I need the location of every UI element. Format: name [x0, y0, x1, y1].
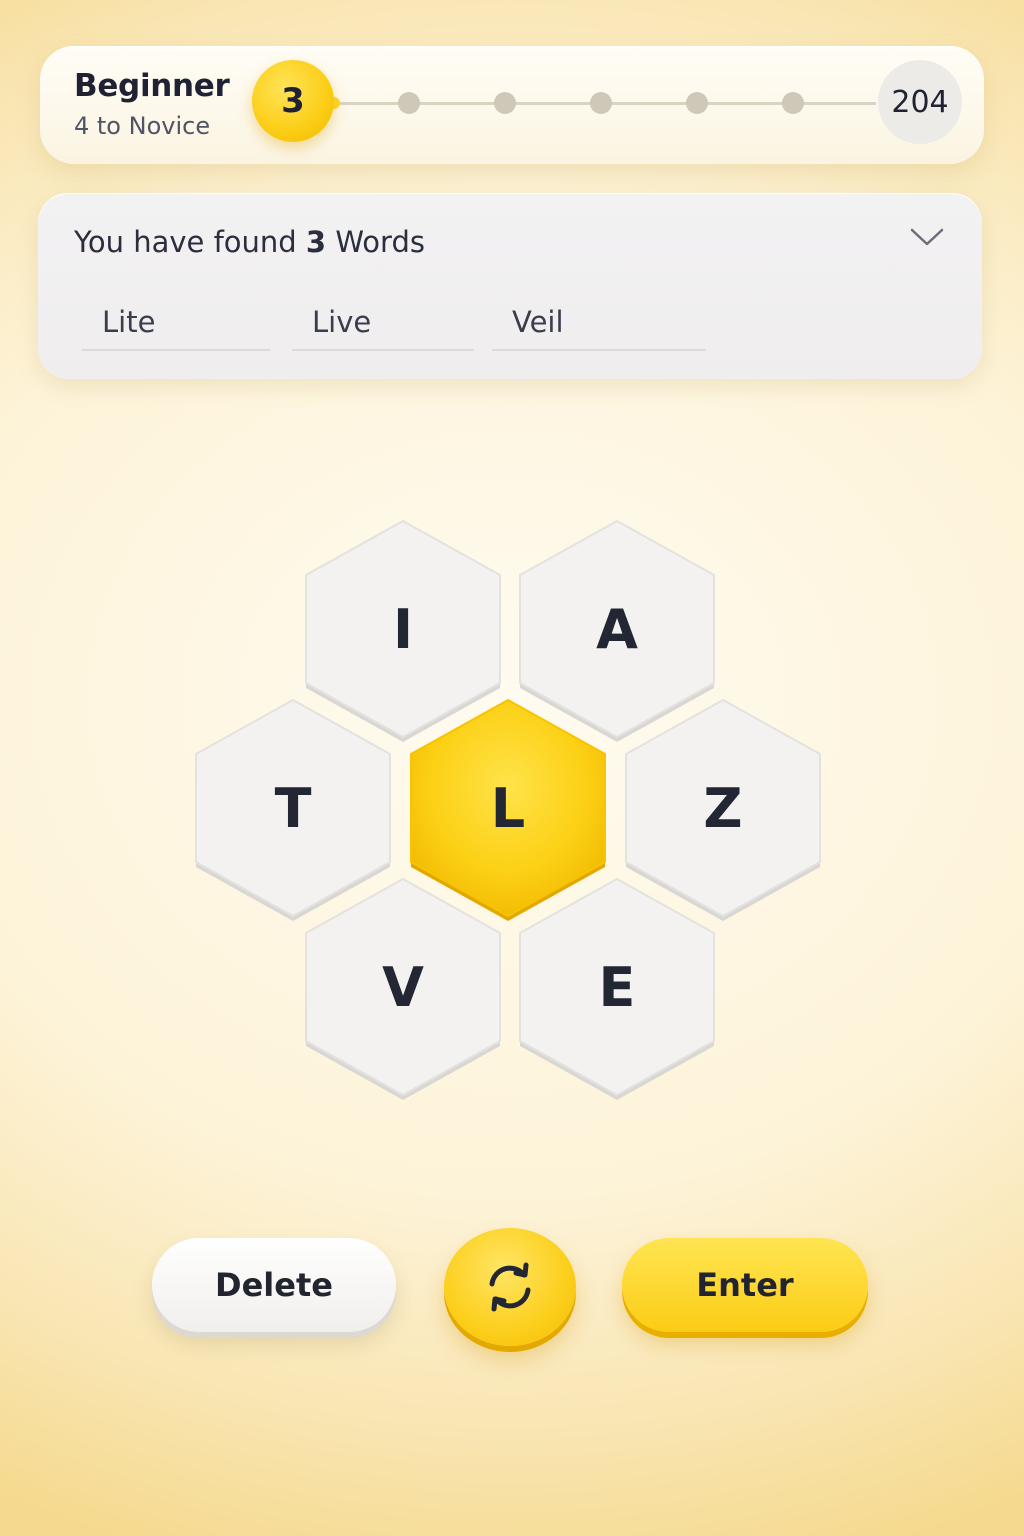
milestone-dot: [494, 92, 516, 114]
found-words-panel[interactable]: You have found 3 Words Lite Live Veil: [38, 193, 982, 379]
hive-cell-bottom-right[interactable]: E: [514, 873, 720, 1101]
current-score-badge: 3: [252, 60, 334, 142]
chevron-down-icon[interactable]: [910, 227, 944, 247]
found-word: Lite: [82, 305, 270, 351]
found-count: 3: [305, 225, 327, 259]
rank-subtitle: 4 to Novice: [74, 112, 211, 140]
rank-progress-card: Beginner 4 to Novice 3 204: [40, 46, 984, 164]
found-suffix: Words: [335, 225, 425, 259]
milestone-dot: [398, 92, 420, 114]
shuffle-icon: [489, 1262, 531, 1312]
found-word: Live: [292, 305, 474, 351]
shuffle-button[interactable]: [444, 1228, 576, 1346]
found-words-summary: You have found 3 Words: [74, 225, 425, 259]
hive-cell-bottom-left[interactable]: V: [300, 873, 506, 1101]
rank-title: Beginner: [74, 68, 230, 104]
hive-letter: V: [382, 955, 424, 1019]
milestone-dot: [782, 92, 804, 114]
hive-letter: E: [598, 955, 636, 1019]
found-prefix: You have found: [74, 225, 297, 259]
delete-button[interactable]: Delete: [152, 1238, 396, 1332]
milestone-dot: [686, 92, 708, 114]
enter-button[interactable]: Enter: [622, 1238, 868, 1332]
milestone-dot: [590, 92, 612, 114]
found-word: Veil: [492, 305, 706, 351]
max-score-badge: 204: [878, 60, 962, 144]
